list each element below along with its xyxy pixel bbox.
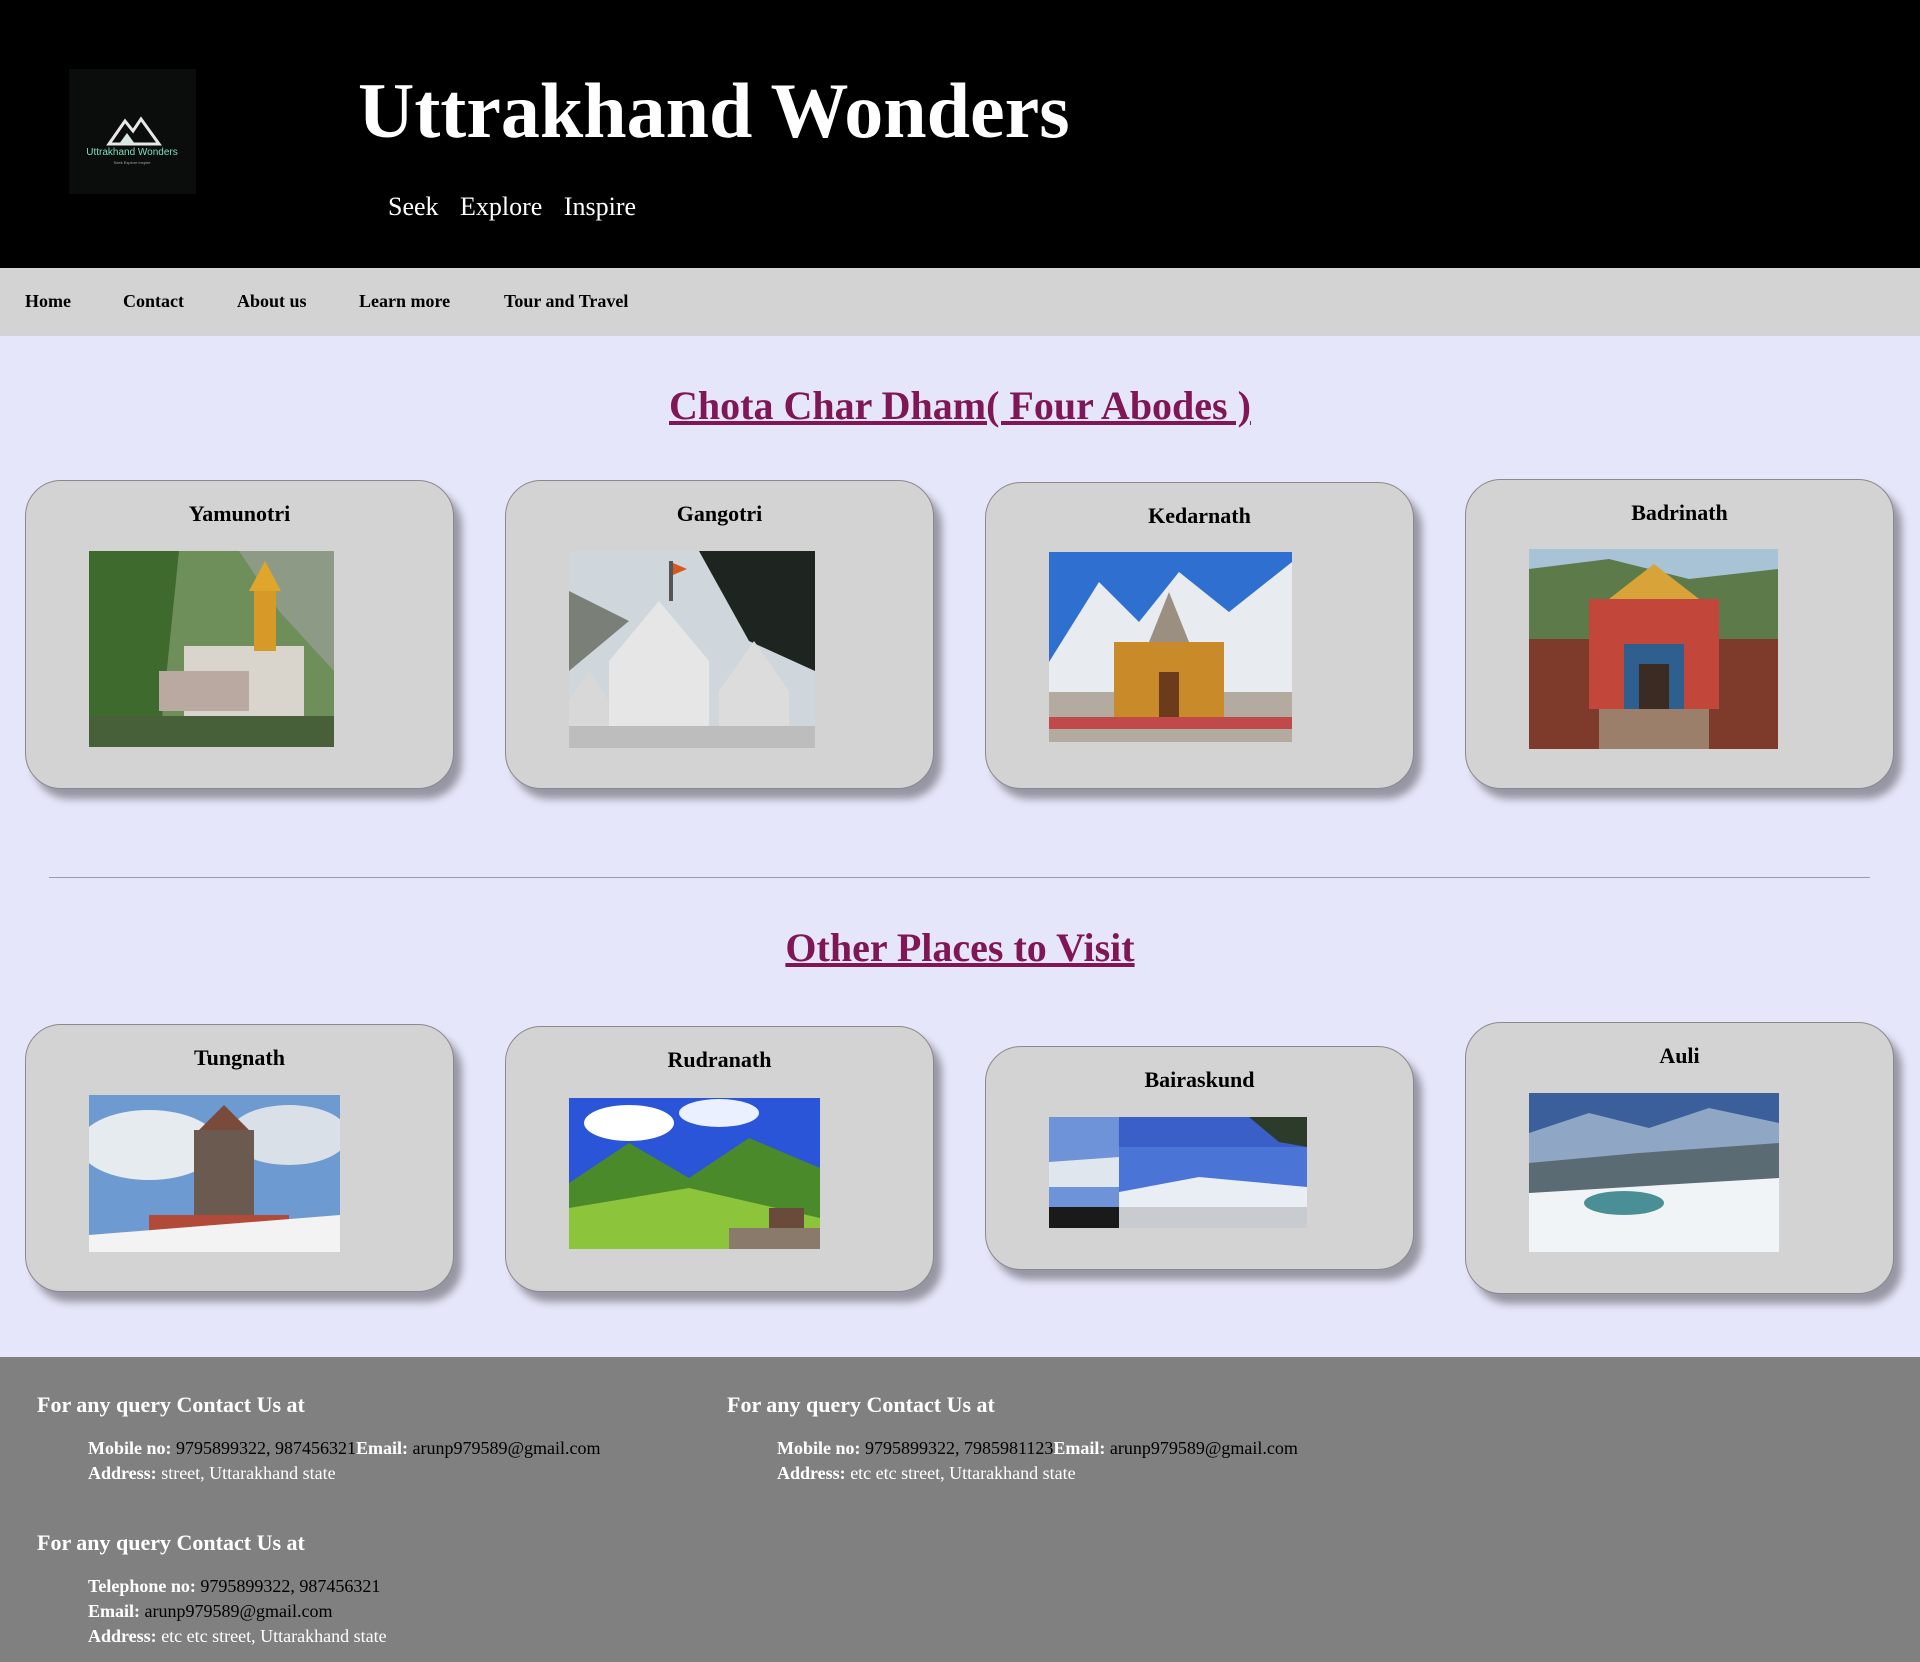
footer-address-3: Address: etc etc street, Uttarakhand sta… bbox=[88, 1626, 387, 1646]
badrinath-image[interactable] bbox=[1529, 549, 1778, 749]
gangotri-image[interactable] bbox=[569, 551, 815, 748]
place-card-bairaskund[interactable]: Bairaskund bbox=[985, 1046, 1414, 1270]
nav-learn-more[interactable]: Learn more bbox=[359, 291, 450, 312]
tungnath-image[interactable] bbox=[89, 1095, 340, 1252]
site-footer: For any query Contact Us at Mobile no: 9… bbox=[0, 1357, 1920, 1662]
footer-email-3[interactable]: arunp979589@gmail.com bbox=[145, 1601, 333, 1621]
card-title: Bairaskund bbox=[1144, 1067, 1255, 1092]
footer-mobile-email-2: Mobile no: 9795899322, 7985981123Email: … bbox=[777, 1438, 1298, 1458]
card-title: Kedarnath bbox=[1148, 503, 1251, 528]
site-logo[interactable]: Uttrakhand Wonders Seek Explore Inspire bbox=[69, 69, 196, 194]
logo-subtext: Seek Explore Inspire bbox=[114, 160, 152, 165]
card-title: Auli bbox=[1659, 1043, 1700, 1068]
footer-address-2: Address: etc etc street, Uttarakhand sta… bbox=[777, 1463, 1076, 1483]
nav-about-us[interactable]: About us bbox=[237, 291, 307, 312]
place-card-badrinath[interactable]: Badrinath bbox=[1465, 479, 1894, 789]
footer-email-2[interactable]: arunp979589@gmail.com bbox=[1110, 1438, 1298, 1458]
card-title: Yamunotri bbox=[188, 501, 291, 526]
footer-telephone-3: Telephone no: 9795899322, 987456321 bbox=[88, 1576, 381, 1596]
footer-email-1[interactable]: arunp979589@gmail.com bbox=[413, 1438, 601, 1458]
section-divider bbox=[49, 877, 1870, 878]
other-places-heading: Other Places to Visit bbox=[785, 925, 1135, 970]
char-dham-heading: Chota Char Dham( Four Abodes ) bbox=[669, 383, 1251, 428]
place-card-auli[interactable]: Auli bbox=[1465, 1022, 1894, 1294]
site-title: Uttrakhand Wonders bbox=[358, 67, 1070, 154]
logo-text: Uttrakhand Wonders bbox=[86, 147, 178, 158]
place-card-kedarnath[interactable]: Kedarnath bbox=[985, 482, 1414, 789]
rudranath-image[interactable] bbox=[569, 1098, 820, 1249]
card-title: Tungnath bbox=[194, 1045, 285, 1070]
nav-contact[interactable]: Contact bbox=[123, 291, 184, 312]
bairaskund-image[interactable] bbox=[1049, 1117, 1307, 1228]
footer-mobile-email-1: Mobile no: 9795899322, 987456321Email: a… bbox=[88, 1438, 601, 1458]
tagline-explore: Explore bbox=[460, 192, 543, 221]
place-card-yamunotri[interactable]: Yamunotri bbox=[25, 480, 454, 789]
card-title: Rudranath bbox=[667, 1047, 772, 1072]
place-card-gangotri[interactable]: Gangotri bbox=[505, 480, 934, 789]
footer-title-2: For any query Contact Us at bbox=[727, 1392, 995, 1417]
site-header: Uttrakhand Wonders Seek Explore Inspire … bbox=[0, 0, 1920, 268]
footer-address-1: Address: street, Uttarakhand state bbox=[88, 1463, 336, 1483]
tagline: Seek Explore Inspire bbox=[388, 192, 651, 222]
tagline-inspire: Inspire bbox=[563, 192, 637, 221]
tagline-seek: Seek bbox=[388, 192, 439, 221]
nav-home[interactable]: Home bbox=[25, 291, 71, 312]
main-nav: Home Contact About us Learn more Tour an… bbox=[0, 268, 1920, 336]
footer-title-1: For any query Contact Us at bbox=[37, 1392, 305, 1417]
footer-title-3: For any query Contact Us at bbox=[37, 1530, 305, 1555]
place-card-tungnath[interactable]: Tungnath bbox=[25, 1024, 454, 1292]
nav-tour-and-travel[interactable]: Tour and Travel bbox=[504, 291, 628, 312]
kedarnath-image[interactable] bbox=[1049, 552, 1292, 742]
auli-image[interactable] bbox=[1529, 1093, 1779, 1252]
footer-email-line-3: Email: arunp979589@gmail.com bbox=[88, 1601, 333, 1621]
card-title: Gangotri bbox=[676, 501, 763, 526]
yamunotri-image[interactable] bbox=[89, 551, 334, 747]
place-card-rudranath[interactable]: Rudranath bbox=[505, 1026, 934, 1292]
card-title: Badrinath bbox=[1631, 500, 1728, 525]
